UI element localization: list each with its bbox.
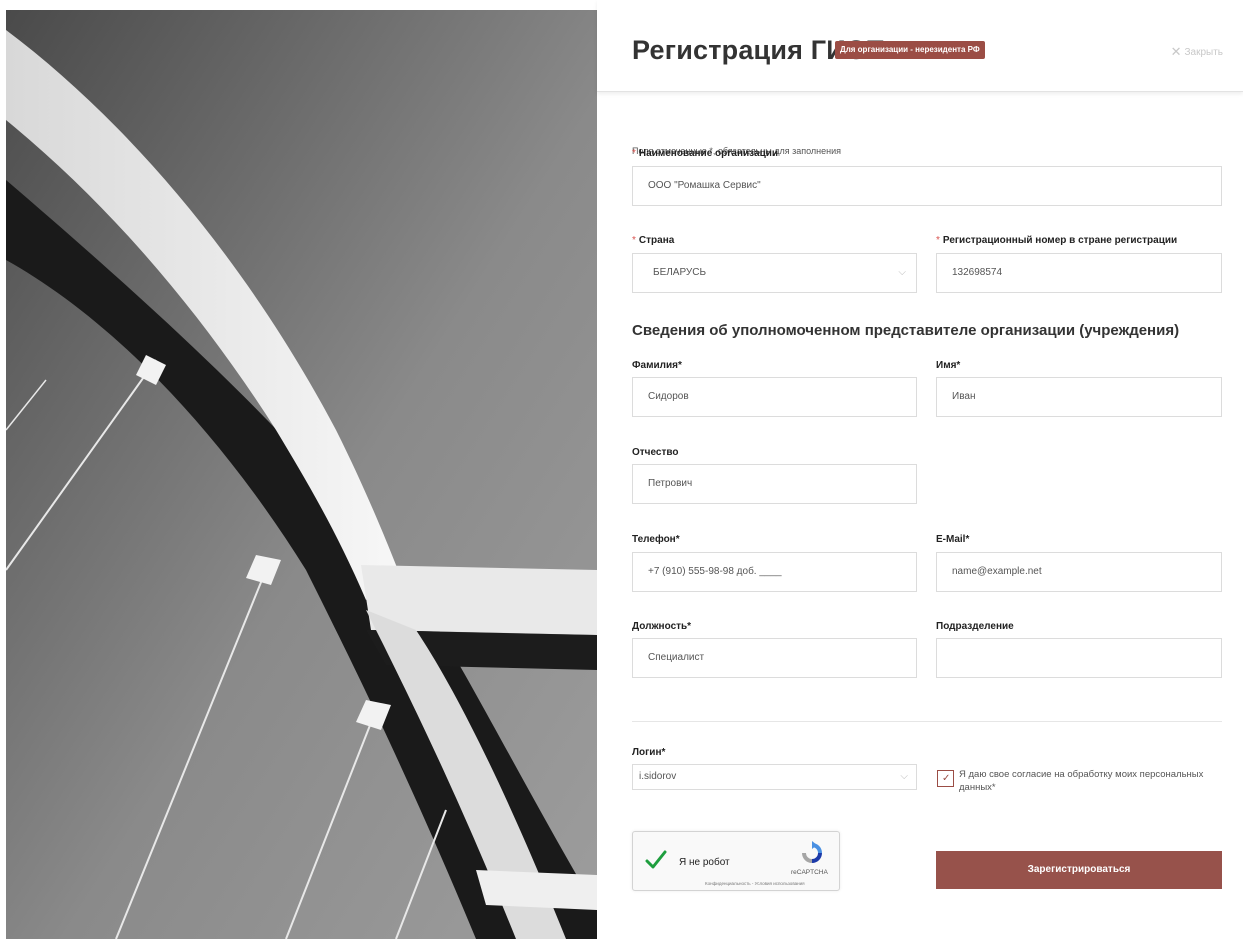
reg-number-label-text: Регистрационный номер в стране регистрац… (942, 235, 1178, 246)
chevron-down-icon: ⌵ (898, 267, 906, 278)
recaptcha-widget[interactable]: Я не робот reCAPTCHA Конфиденциальность … (632, 831, 840, 891)
email-label: E-Mail* (936, 534, 970, 545)
reg-number-label: * Регистрационный номер в стране регистра… (936, 235, 1177, 246)
reg-number-input[interactable]: 132698574 (936, 253, 1222, 293)
country-label-text: Страна (638, 235, 675, 246)
position-label: Должность* (632, 621, 692, 632)
checkmark-icon: ✓ (942, 773, 951, 784)
country-value: БЕЛАРУСЬ (653, 267, 707, 278)
captcha-terms[interactable]: Конфиденциальность - Условия использован… (705, 881, 805, 886)
captcha-label: Я не робот (679, 857, 730, 868)
required-mark: * (936, 235, 940, 246)
last-name-input[interactable]: Сидоров (632, 377, 917, 417)
required-mark: * (632, 235, 636, 246)
phone-label: Телефон* (632, 534, 680, 545)
patronymic-input[interactable]: Петрович (632, 464, 917, 504)
consent-text: Я даю свое согласие на обработку моих пе… (959, 769, 1204, 793)
position-input[interactable]: Специалист (632, 638, 917, 678)
green-check-icon (645, 850, 667, 869)
country-select[interactable]: БЕЛАРУСЬ ⌵ (632, 253, 917, 293)
registration-panel: Регистрация ГИСП Для организации - нерез… (597, 0, 1243, 939)
login-select[interactable]: i.sidorov ⌵ (632, 764, 917, 790)
recaptcha-logo-icon (802, 841, 822, 863)
first-name-input[interactable]: Иван (936, 377, 1222, 417)
first-name-label: Имя* (936, 360, 961, 371)
header: Регистрация ГИСП Для организации - нерез… (597, 0, 1243, 92)
organization-input[interactable]: ООО "Ромашка Сервис" (632, 166, 1222, 206)
patronymic-label: Отчество (632, 447, 679, 458)
representative-section-title: Сведения об уполномоченном представителе… (632, 322, 1180, 339)
organization-label-value: Наименование организации (638, 148, 779, 159)
email-input[interactable]: name@example.net (936, 552, 1222, 592)
register-button[interactable]: Зарегистрироваться (936, 851, 1222, 889)
country-label: * Страна (632, 235, 674, 246)
captcha-brand: reCAPTCHA (791, 869, 828, 876)
divider (632, 721, 1222, 722)
login-value: i.sidorov (639, 771, 677, 782)
close-button[interactable]: ✕ Закрыть (1171, 44, 1223, 60)
close-x-icon: ✕ (1170, 44, 1182, 59)
login-label: Логин* (632, 747, 666, 758)
last-name-label: Фамилия* (632, 360, 682, 371)
bridge-photo (6, 10, 597, 939)
organization-label-text: * Наименование организации (632, 148, 778, 159)
required-mark: * (632, 148, 636, 159)
nonresident-badge: Для организации - нерезидента РФ (835, 41, 985, 59)
chevron-down-icon: ⌵ (900, 771, 908, 782)
department-input[interactable] (936, 638, 1222, 678)
consent-checkbox[interactable]: ✓ (937, 770, 954, 787)
department-label: Подразделение (936, 621, 1014, 632)
phone-input[interactable]: +7 (910) 555-98-98 доб. ____ (632, 552, 917, 592)
close-label: Закрыть (1184, 47, 1223, 58)
